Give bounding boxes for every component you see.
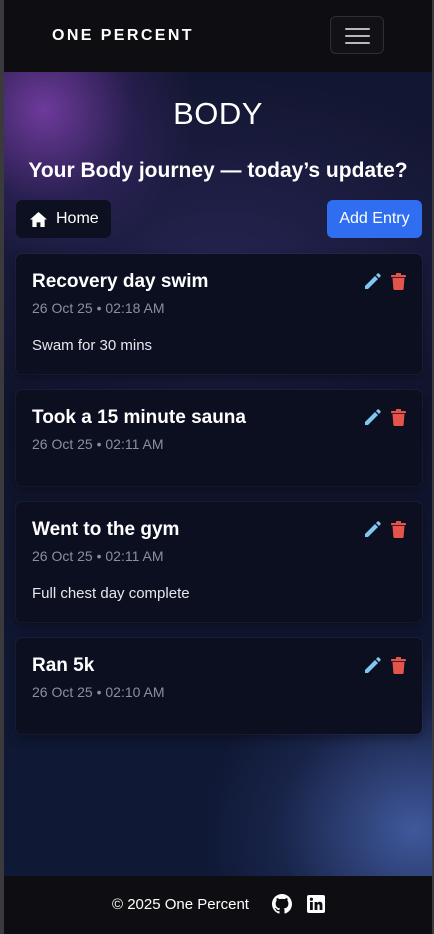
entry-body: Full chest day complete <box>32 585 190 602</box>
delete-trash-icon[interactable] <box>391 657 406 674</box>
footer-copyright: © 2025 One Percent <box>112 896 249 913</box>
delete-trash-icon[interactable] <box>391 273 406 290</box>
hamburger-menu-icon-bar <box>345 35 370 37</box>
edit-pencil-icon[interactable] <box>364 273 381 290</box>
entry-card: Recovery day swim 26 Oct 25 • 02:18 AM S… <box>16 254 422 374</box>
navbar: ONE PERCENT <box>4 0 432 72</box>
entry-timestamp: 26 Oct 25 • 02:18 AM <box>32 300 165 316</box>
github-icon[interactable] <box>272 894 292 914</box>
entry-card: Ran 5k 26 Oct 25 • 02:10 AM <box>16 638 422 734</box>
entry-timestamp: 26 Oct 25 • 02:11 AM <box>32 548 164 564</box>
add-entry-button[interactable]: Add Entry <box>327 200 422 238</box>
linkedin-icon[interactable] <box>307 895 325 913</box>
home-icon <box>30 211 47 227</box>
entry-card: Took a 15 minute sauna 26 Oct 25 • 02:11… <box>16 390 422 486</box>
delete-trash-icon[interactable] <box>391 521 406 538</box>
brand-logo-text[interactable]: ONE PERCENT <box>52 27 194 45</box>
entry-timestamp: 26 Oct 25 • 02:11 AM <box>32 436 164 452</box>
edit-pencil-icon[interactable] <box>364 409 381 426</box>
home-button-label: Home <box>56 210 99 227</box>
entry-title: Ran 5k <box>32 655 95 676</box>
delete-trash-icon[interactable] <box>391 409 406 426</box>
page-title: BODY <box>173 96 263 131</box>
entry-body: Swam for 30 mins <box>32 337 153 354</box>
entry-card: Went to the gym 26 Oct 25 • 02:11 AM Ful… <box>16 502 422 622</box>
app-frame: ONE PERCENT BODY Your Body journey — tod… <box>0 0 434 934</box>
hamburger-menu-icon-bar <box>345 42 370 44</box>
edit-pencil-icon[interactable] <box>364 521 381 538</box>
hamburger-menu-button[interactable] <box>330 16 384 54</box>
page-subtitle: Your Body journey — today’s update? <box>28 159 408 182</box>
hamburger-menu-icon <box>345 28 370 30</box>
edit-pencil-icon[interactable] <box>364 657 381 674</box>
footer: © 2025 One Percent <box>4 876 432 934</box>
home-button[interactable]: Home <box>16 200 111 238</box>
entry-timestamp: 26 Oct 25 • 02:10 AM <box>32 684 165 700</box>
entry-title: Took a 15 minute sauna <box>32 407 246 428</box>
entry-title: Went to the gym <box>32 519 180 540</box>
entry-title: Recovery day swim <box>32 271 209 292</box>
